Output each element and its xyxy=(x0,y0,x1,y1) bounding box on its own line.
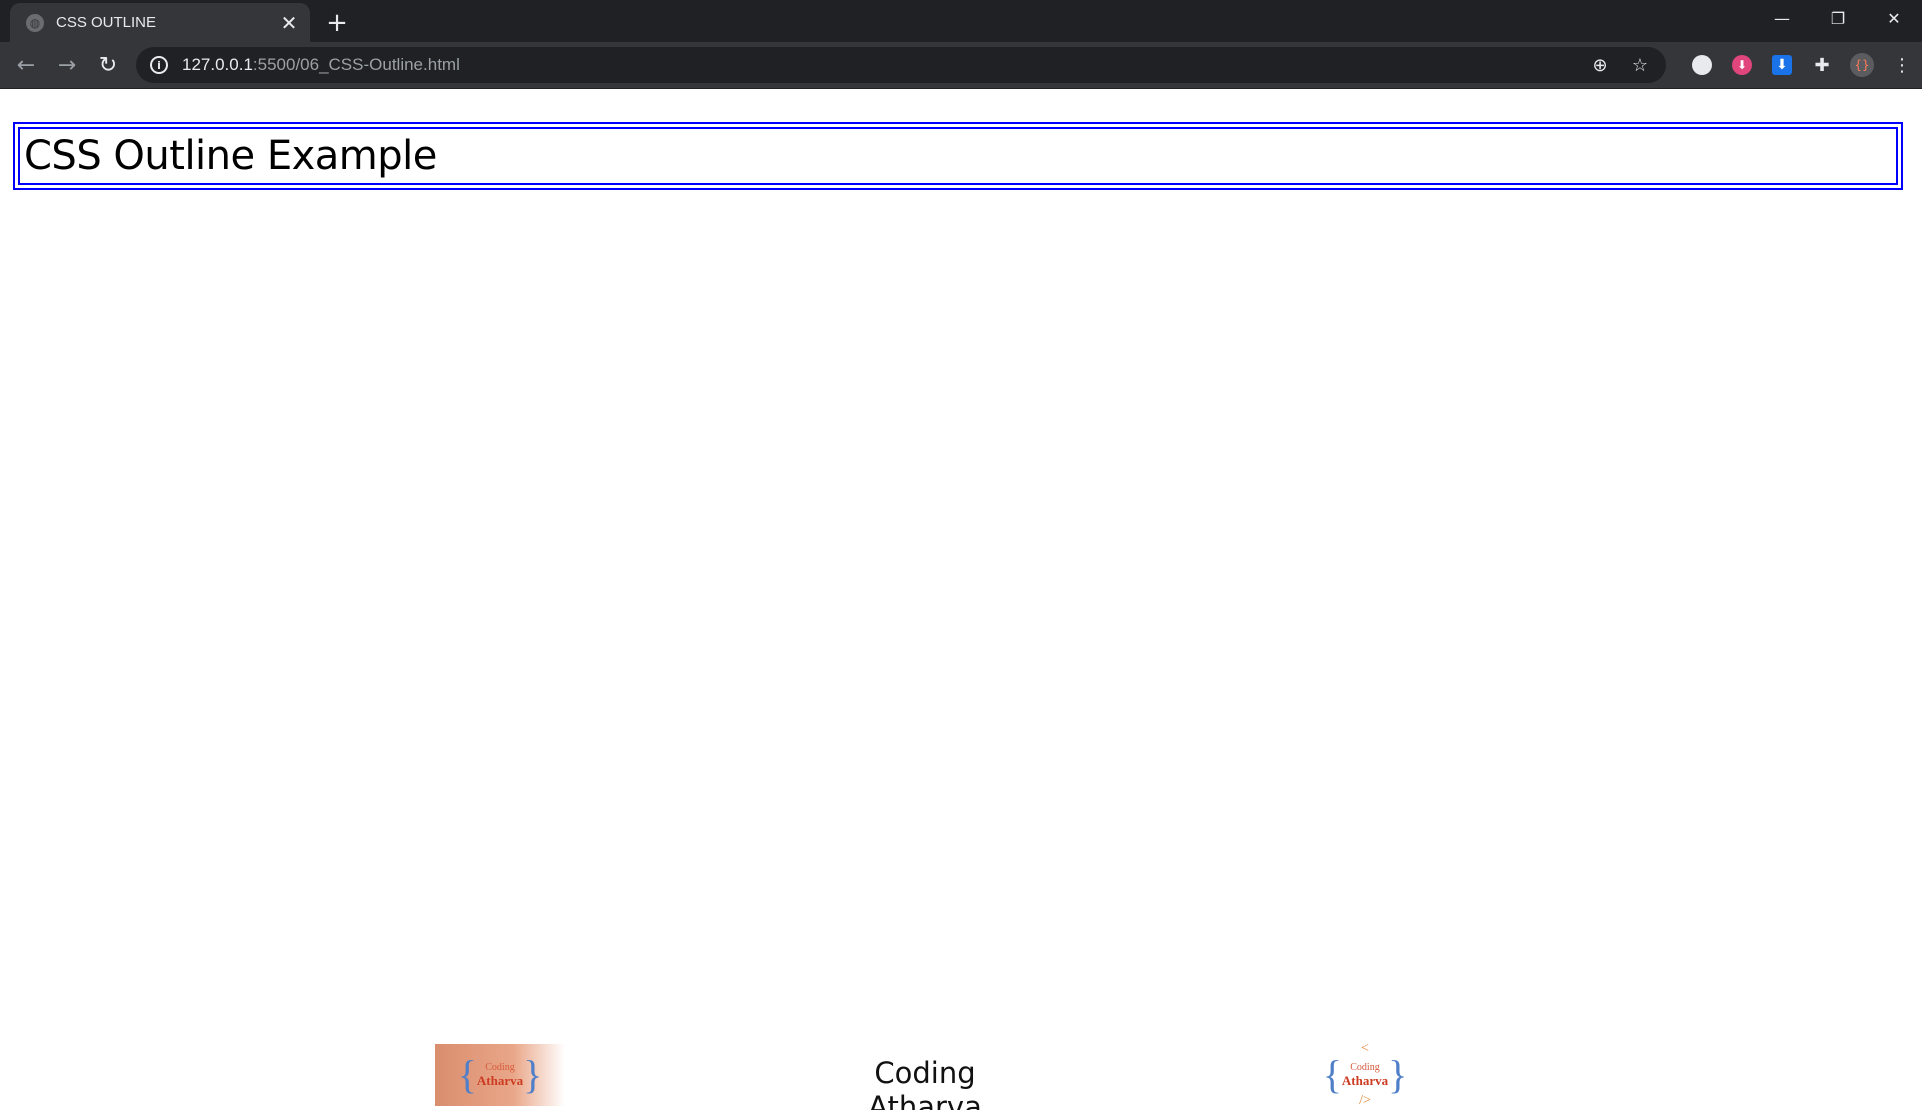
coding-atharva-logo-right: < { Coding Atharva } /> xyxy=(1320,1041,1410,1108)
reload-button[interactable]: ↻ xyxy=(92,49,124,81)
brand-name: Coding Atharva xyxy=(868,1056,982,1110)
zoom-icon[interactable]: ⊕ xyxy=(1586,51,1614,79)
brand-footer: { Coding Atharva } Coding Atharva < { Co… xyxy=(0,1041,1922,1110)
extensions-area: ⬇ ⬇ ✚ {} ⋮ xyxy=(1682,48,1922,82)
info-icon[interactable]: i xyxy=(150,56,168,74)
back-button[interactable]: ← xyxy=(10,49,42,81)
extension-2-icon[interactable]: ⬇ xyxy=(1722,48,1762,82)
brace-left-icon: { xyxy=(1322,1052,1342,1097)
logo-bold-text: Atharva xyxy=(476,1073,524,1088)
close-tab-icon[interactable]: ✕ xyxy=(278,11,300,35)
logo-top-glyph: < xyxy=(1361,1041,1369,1056)
browser-toolbar: ← → ↻ i 127.0.0.1:5500/06_CSS-Outline.ht… xyxy=(0,42,1922,89)
tab-css-outline[interactable]: ◍ CSS OUTLINE ✕ xyxy=(10,3,310,42)
download-extension-icon[interactable]: ⬇ xyxy=(1762,48,1802,82)
restore-button[interactable]: ❐ xyxy=(1810,0,1866,36)
url-path: :5500/06_CSS-Outline.html xyxy=(252,55,460,74)
page-heading: CSS Outline Example xyxy=(24,133,437,179)
page-viewport: CSS Outline Example { Coding Atharva } C… xyxy=(0,89,1922,1110)
window-controls: — ❐ ✕ xyxy=(1754,0,1922,36)
globe-icon: ◍ xyxy=(26,13,44,32)
minimize-button[interactable]: — xyxy=(1754,0,1810,36)
coding-atharva-logo-left: { Coding Atharva } xyxy=(435,1044,565,1106)
star-icon[interactable]: ☆ xyxy=(1626,51,1654,79)
logo-bottom-glyph: /> xyxy=(1359,1093,1371,1108)
forward-button[interactable]: → xyxy=(51,49,83,81)
tab-title: CSS OUTLINE xyxy=(56,14,157,31)
new-tab-button[interactable]: + xyxy=(322,8,352,38)
close-window-button[interactable]: ✕ xyxy=(1866,0,1922,36)
url-host: 127.0.0.1 xyxy=(182,55,253,74)
brace-right-icon: } xyxy=(1388,1052,1408,1097)
brace-left-icon: { xyxy=(457,1052,477,1097)
browser-window: ◍ CSS OUTLINE ✕ + — ❐ ✕ ← → ↻ i 127.0.0.… xyxy=(0,0,1922,1110)
puzzle-icon[interactable]: ✚ xyxy=(1802,48,1842,82)
logo-bold-text: Atharva xyxy=(1341,1073,1389,1088)
extension-1-icon[interactable] xyxy=(1682,48,1722,82)
brace-right-icon: } xyxy=(523,1052,543,1097)
outlined-heading-box: CSS Outline Example xyxy=(13,122,1903,190)
profile-avatar-icon[interactable]: {} xyxy=(1842,48,1882,82)
kebab-menu-icon[interactable]: ⋮ xyxy=(1882,48,1922,82)
tab-strip: ◍ CSS OUTLINE ✕ + — ❐ ✕ xyxy=(0,0,1922,42)
address-bar[interactable]: i 127.0.0.1:5500/06_CSS-Outline.html ⊕ ☆ xyxy=(136,47,1666,83)
url-text[interactable]: 127.0.0.1:5500/06_CSS-Outline.html xyxy=(182,55,1586,75)
